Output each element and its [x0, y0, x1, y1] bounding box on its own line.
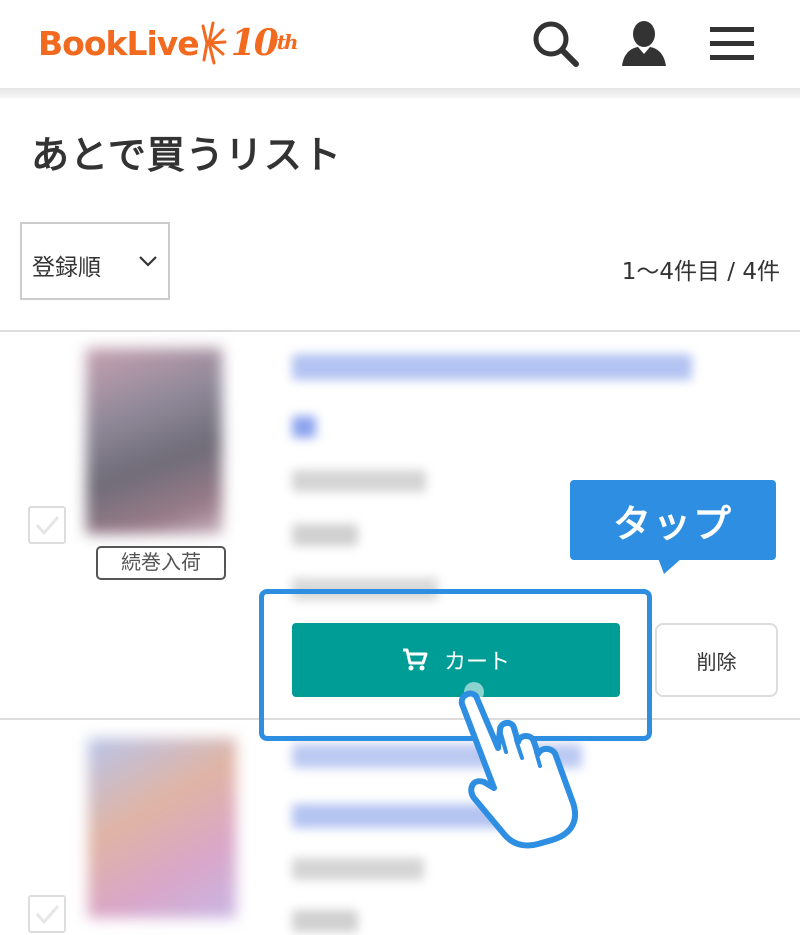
item-checkbox[interactable]	[28, 506, 66, 544]
sort-selected-value: 登録順	[32, 255, 101, 281]
booklive-logo[interactable]: BookLive 10th	[38, 18, 299, 68]
list-divider	[0, 330, 800, 332]
header-shadow	[0, 88, 800, 98]
callout-tail	[658, 558, 682, 574]
chevron-down-icon	[139, 256, 157, 267]
book-meta-blurred	[292, 858, 424, 880]
check-icon	[35, 516, 60, 536]
sort-select[interactable]: 登録順	[20, 222, 170, 300]
pointing-hand-icon	[458, 682, 579, 849]
book-meta-blurred	[292, 416, 316, 438]
check-icon	[35, 905, 60, 925]
book-cover[interactable]	[88, 738, 236, 918]
menu-icon[interactable]	[706, 18, 758, 70]
user-icon[interactable]	[618, 18, 670, 70]
book-meta-blurred	[292, 524, 358, 546]
search-icon[interactable]	[530, 18, 582, 70]
delete-button-label: 削除	[696, 649, 737, 674]
logo-text: BookLive	[38, 23, 200, 63]
status-badge: 続巻入荷	[96, 546, 226, 580]
tap-callout: タップ	[570, 480, 776, 560]
book-meta-blurred	[292, 910, 358, 932]
item-checkbox[interactable]	[28, 895, 66, 933]
delete-button[interactable]: 削除	[655, 623, 778, 697]
page-title: あとで買うリスト	[31, 133, 342, 177]
book-cover[interactable]	[86, 348, 222, 534]
book-title-blurred[interactable]	[292, 354, 692, 380]
result-count: 1〜4件目 / 4件	[621, 259, 780, 285]
logo-burst-icon	[201, 21, 227, 65]
book-meta-blurred	[292, 470, 426, 492]
logo-anniversary: 10th	[230, 22, 299, 64]
site-header: BookLive 10th	[0, 0, 800, 88]
